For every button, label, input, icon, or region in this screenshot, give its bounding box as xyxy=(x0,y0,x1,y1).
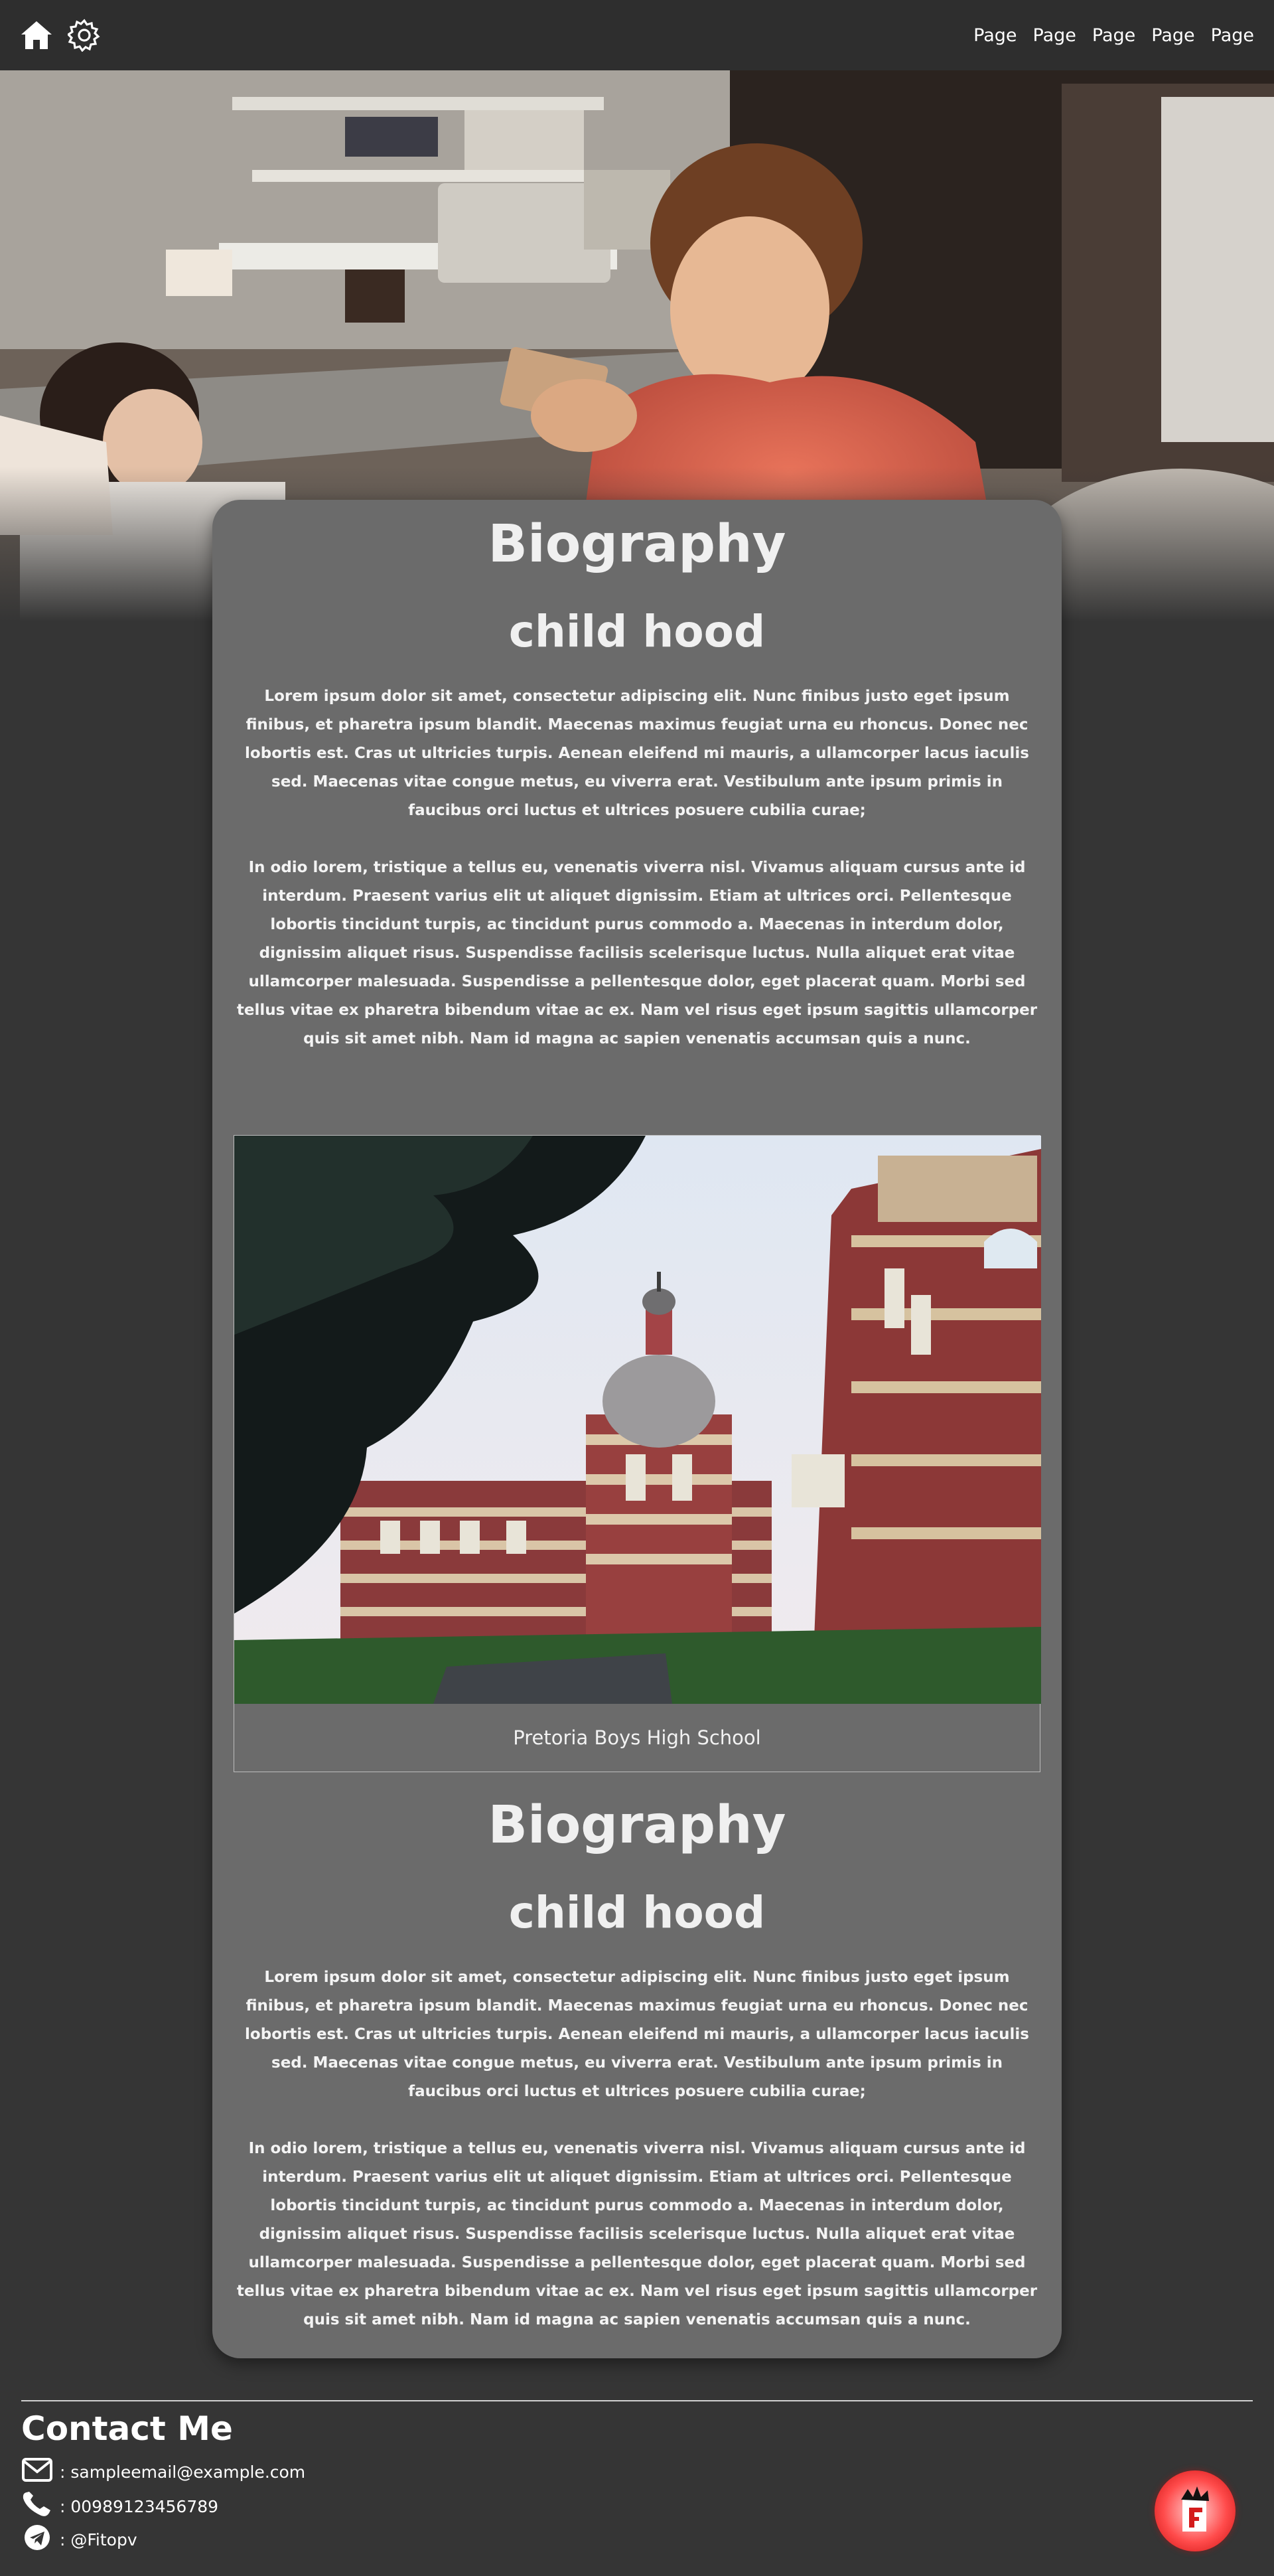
telegram-icon xyxy=(21,2524,53,2555)
nav-link-page-3[interactable]: Page xyxy=(1092,25,1135,46)
section-2-paragraph-2: In odio lorem, tristique a tellus eu, ve… xyxy=(236,2140,1038,2328)
section-2-subtitle: child hood xyxy=(508,1887,766,1938)
section-1-subtitle: child hood xyxy=(508,606,766,657)
phone-icon xyxy=(21,2490,53,2522)
biography-card: Biography child hood Lorem ipsum dolor s… xyxy=(212,500,1062,2358)
nav-link-page-1[interactable]: Page xyxy=(973,25,1017,46)
contact-telegram[interactable]: : @Fitopv xyxy=(60,2530,137,2549)
contact-telegram-row[interactable]: : @Fitopv xyxy=(21,2524,137,2555)
nav-link-page-2[interactable]: Page xyxy=(1033,25,1076,46)
section-1-paragraph-1: Lorem ipsum dolor sit amet, consectetur … xyxy=(245,688,1029,819)
site-logo[interactable] xyxy=(1155,2470,1236,2551)
navbar: Page Page Page Page Page xyxy=(0,0,1274,70)
gear-icon[interactable] xyxy=(68,19,101,52)
nav-link-page-5[interactable]: Page xyxy=(1211,25,1254,46)
section-1-title: Biography xyxy=(488,514,786,574)
email-icon xyxy=(21,2457,53,2486)
contact-email-row[interactable]: : sampleemail@example.com xyxy=(21,2457,305,2486)
nav-links: Page Page Page Page Page xyxy=(973,25,1254,46)
nav-link-page-4[interactable]: Page xyxy=(1151,25,1194,46)
contact-phone[interactable]: : 00989123456789 xyxy=(60,2497,218,2516)
footer-divider xyxy=(21,2400,1253,2401)
section-1-paragraph-2: In odio lorem, tristique a tellus eu, ve… xyxy=(236,859,1038,1047)
figure-caption: Pretoria Boys High School xyxy=(513,1726,761,1749)
section-2-title: Biography xyxy=(488,1795,786,1855)
contact-title: Contact Me xyxy=(21,2409,233,2448)
contact-phone-row[interactable]: : 00989123456789 xyxy=(21,2490,218,2522)
home-icon[interactable] xyxy=(20,20,53,50)
contact-email[interactable]: : sampleemail@example.com xyxy=(60,2462,305,2482)
school-photo xyxy=(234,1136,1041,1704)
school-figure: Pretoria Boys High School xyxy=(234,1135,1041,1772)
nav-icons xyxy=(20,19,101,52)
section-2-paragraph-1: Lorem ipsum dolor sit amet, consectetur … xyxy=(245,1969,1029,2100)
